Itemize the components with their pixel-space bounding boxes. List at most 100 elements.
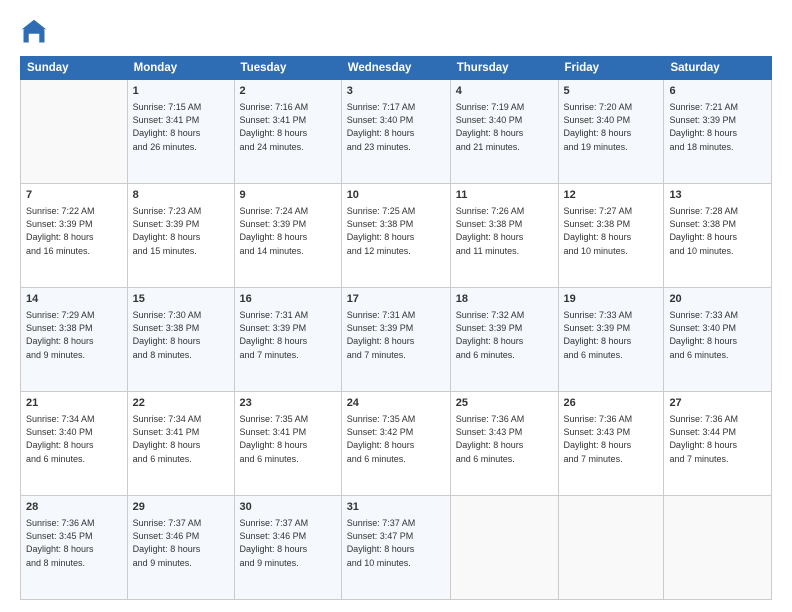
calendar-cell: 3Sunrise: 7:17 AMSunset: 3:40 PMDaylight…	[341, 80, 450, 184]
cell-line: Daylight: 8 hours	[564, 439, 659, 452]
cell-line: and 7 minutes.	[564, 453, 659, 466]
calendar-cell: 10Sunrise: 7:25 AMSunset: 3:38 PMDayligh…	[341, 184, 450, 288]
cell-info: Sunrise: 7:27 AMSunset: 3:38 PMDaylight:…	[564, 205, 659, 257]
cell-info: Sunrise: 7:26 AMSunset: 3:38 PMDaylight:…	[456, 205, 553, 257]
cell-line: Daylight: 8 hours	[26, 335, 122, 348]
day-header-thursday: Thursday	[450, 57, 558, 80]
day-number: 18	[456, 292, 553, 307]
day-header-saturday: Saturday	[664, 57, 772, 80]
calendar-cell: 5Sunrise: 7:20 AMSunset: 3:40 PMDaylight…	[558, 80, 664, 184]
cell-line: Sunrise: 7:16 AM	[240, 101, 336, 114]
cell-line: and 6 minutes.	[26, 453, 122, 466]
cell-line: and 16 minutes.	[26, 245, 122, 258]
day-number: 11	[456, 188, 553, 203]
day-number: 29	[133, 500, 229, 515]
cell-line: Daylight: 8 hours	[456, 127, 553, 140]
cell-line: Sunset: 3:38 PM	[133, 322, 229, 335]
day-number: 17	[347, 292, 445, 307]
cell-line: Daylight: 8 hours	[669, 127, 766, 140]
cell-line: Sunset: 3:39 PM	[240, 322, 336, 335]
cell-line: Sunrise: 7:31 AM	[240, 309, 336, 322]
calendar-cell: 23Sunrise: 7:35 AMSunset: 3:41 PMDayligh…	[234, 392, 341, 496]
cell-line: Daylight: 8 hours	[347, 127, 445, 140]
cell-line: and 10 minutes.	[347, 557, 445, 570]
cell-line: Daylight: 8 hours	[564, 127, 659, 140]
cell-info: Sunrise: 7:35 AMSunset: 3:42 PMDaylight:…	[347, 413, 445, 465]
cell-info: Sunrise: 7:37 AMSunset: 3:47 PMDaylight:…	[347, 517, 445, 569]
cell-line: Sunset: 3:40 PM	[564, 114, 659, 127]
cell-line: and 6 minutes.	[669, 349, 766, 362]
cell-line: Daylight: 8 hours	[564, 231, 659, 244]
day-number: 1	[133, 84, 229, 99]
day-number: 6	[669, 84, 766, 99]
cell-info: Sunrise: 7:36 AMSunset: 3:44 PMDaylight:…	[669, 413, 766, 465]
cell-line: Sunset: 3:40 PM	[26, 426, 122, 439]
day-number: 24	[347, 396, 445, 411]
week-row-4: 21Sunrise: 7:34 AMSunset: 3:40 PMDayligh…	[21, 392, 772, 496]
cell-line: and 8 minutes.	[133, 349, 229, 362]
cell-line: Daylight: 8 hours	[347, 439, 445, 452]
cell-line: and 8 minutes.	[26, 557, 122, 570]
cell-line: Daylight: 8 hours	[133, 231, 229, 244]
day-number: 8	[133, 188, 229, 203]
cell-line: and 9 minutes.	[240, 557, 336, 570]
cell-line: Daylight: 8 hours	[26, 231, 122, 244]
page: SundayMondayTuesdayWednesdayThursdayFrid…	[0, 0, 792, 612]
cell-info: Sunrise: 7:16 AMSunset: 3:41 PMDaylight:…	[240, 101, 336, 153]
week-row-3: 14Sunrise: 7:29 AMSunset: 3:38 PMDayligh…	[21, 288, 772, 392]
cell-line: Sunset: 3:41 PM	[133, 114, 229, 127]
cell-info: Sunrise: 7:31 AMSunset: 3:39 PMDaylight:…	[347, 309, 445, 361]
cell-line: Daylight: 8 hours	[133, 127, 229, 140]
cell-line: Daylight: 8 hours	[347, 335, 445, 348]
cell-line: and 9 minutes.	[26, 349, 122, 362]
calendar-cell: 30Sunrise: 7:37 AMSunset: 3:46 PMDayligh…	[234, 496, 341, 600]
cell-line: Daylight: 8 hours	[564, 335, 659, 348]
calendar-cell: 21Sunrise: 7:34 AMSunset: 3:40 PMDayligh…	[21, 392, 128, 496]
day-header-monday: Monday	[127, 57, 234, 80]
cell-line: Sunset: 3:45 PM	[26, 530, 122, 543]
cell-line: and 6 minutes.	[456, 349, 553, 362]
calendar-cell: 24 Sunrise: 7:35 AMSunset: 3:42 PMDayligh…	[341, 392, 450, 496]
day-number: 13	[669, 188, 766, 203]
cell-info: Sunrise: 7:31 AMSunset: 3:39 PMDaylight:…	[240, 309, 336, 361]
cell-info: Sunrise: 7:32 AMSunset: 3:39 PMDaylight:…	[456, 309, 553, 361]
cell-line: Sunset: 3:39 PM	[240, 218, 336, 231]
cell-info: Sunrise: 7:33 AMSunset: 3:39 PMDaylight:…	[564, 309, 659, 361]
cell-line: and 6 minutes.	[133, 453, 229, 466]
calendar-cell	[664, 496, 772, 600]
cell-info: Sunrise: 7:37 AMSunset: 3:46 PMDaylight:…	[240, 517, 336, 569]
cell-line: Sunrise: 7:36 AM	[26, 517, 122, 530]
cell-line: Sunset: 3:46 PM	[240, 530, 336, 543]
cell-info: Sunrise: 7:30 AMSunset: 3:38 PMDaylight:…	[133, 309, 229, 361]
cell-line: and 7 minutes.	[347, 349, 445, 362]
calendar-cell: 14Sunrise: 7:29 AMSunset: 3:38 PMDayligh…	[21, 288, 128, 392]
cell-line: Sunrise: 7:37 AM	[133, 517, 229, 530]
calendar-cell: 1Sunrise: 7:15 AMSunset: 3:41 PMDaylight…	[127, 80, 234, 184]
calendar-cell	[558, 496, 664, 600]
cell-line: Sunset: 3:38 PM	[564, 218, 659, 231]
logo	[20, 18, 52, 46]
cell-line: Sunrise: 7:22 AM	[26, 205, 122, 218]
cell-line: and 10 minutes.	[564, 245, 659, 258]
cell-info: Sunrise: 7:33 AMSunset: 3:40 PMDaylight:…	[669, 309, 766, 361]
cell-line: Daylight: 8 hours	[456, 439, 553, 452]
cell-line: Daylight: 8 hours	[240, 127, 336, 140]
cell-line: Sunrise: 7:35 AM	[347, 413, 445, 426]
day-number: 4	[456, 84, 553, 99]
calendar-cell: 19Sunrise: 7:33 AMSunset: 3:39 PMDayligh…	[558, 288, 664, 392]
cell-line: Sunset: 3:46 PM	[133, 530, 229, 543]
calendar-cell: 12Sunrise: 7:27 AMSunset: 3:38 PMDayligh…	[558, 184, 664, 288]
cell-line: Daylight: 8 hours	[456, 231, 553, 244]
calendar-cell: 11 Sunrise: 7:26 AMSunset: 3:38 PMDayligh…	[450, 184, 558, 288]
week-row-1: 1Sunrise: 7:15 AMSunset: 3:41 PMDaylight…	[21, 80, 772, 184]
calendar-cell: 28Sunrise: 7:36 AMSunset: 3:45 PMDayligh…	[21, 496, 128, 600]
calendar-cell: 22Sunrise: 7:34 AMSunset: 3:41 PMDayligh…	[127, 392, 234, 496]
cell-line: Sunrise: 7:28 AM	[669, 205, 766, 218]
cell-line: Sunrise: 7:34 AM	[26, 413, 122, 426]
cell-line: Sunrise: 7:36 AM	[669, 413, 766, 426]
cell-info: Sunrise: 7:35 AMSunset: 3:41 PMDaylight:…	[240, 413, 336, 465]
cell-line: Sunrise: 7:33 AM	[669, 309, 766, 322]
cell-line: and 11 minutes.	[456, 245, 553, 258]
calendar-cell: 7Sunrise: 7:22 AMSunset: 3:39 PMDaylight…	[21, 184, 128, 288]
calendar-cell: 4Sunrise: 7:19 AMSunset: 3:40 PMDaylight…	[450, 80, 558, 184]
